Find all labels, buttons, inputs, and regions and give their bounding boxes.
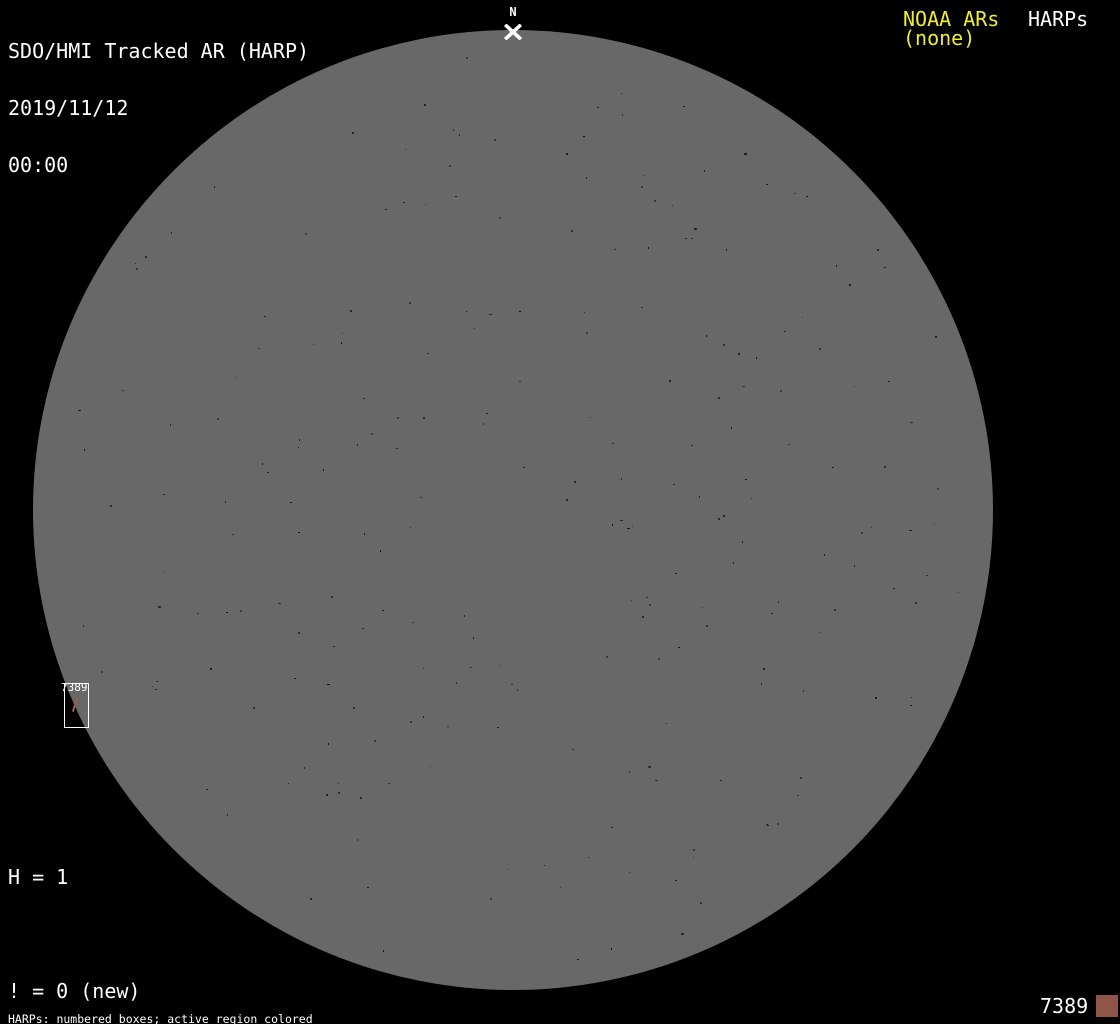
harp-count-line: H = 1 xyxy=(8,868,237,887)
date-label: 2019/11/12 xyxy=(8,99,309,118)
north-cross-icon xyxy=(504,24,522,40)
legend-spacer xyxy=(8,925,237,944)
harp-list-id: 7389 xyxy=(1040,995,1088,1017)
harp-list: 7389 xyxy=(1040,995,1118,1017)
footnotes: HARPs: numbered boxes; active region col… xyxy=(8,991,410,1024)
footnote-harps: HARPs: numbered boxes; active region col… xyxy=(8,1014,410,1024)
harp-box: 7389 xyxy=(64,683,89,728)
noaa-ars-value: (none) xyxy=(903,29,975,48)
harps-heading: HARPs xyxy=(1028,10,1088,29)
north-label: N xyxy=(509,6,516,18)
time-label: 00:00 xyxy=(8,156,309,175)
page-title: SDO/HMI Tracked AR (HARP) xyxy=(8,42,309,61)
harp-plot: N 7389 SDO/HMI Tracked AR (HARP) 2019/11… xyxy=(0,0,1120,1024)
harp-box-id: 7389 xyxy=(61,682,88,693)
harp-color-swatch xyxy=(1096,995,1118,1017)
active-region-mark xyxy=(72,697,78,712)
header: SDO/HMI Tracked AR (HARP) 2019/11/12 00:… xyxy=(8,4,309,213)
